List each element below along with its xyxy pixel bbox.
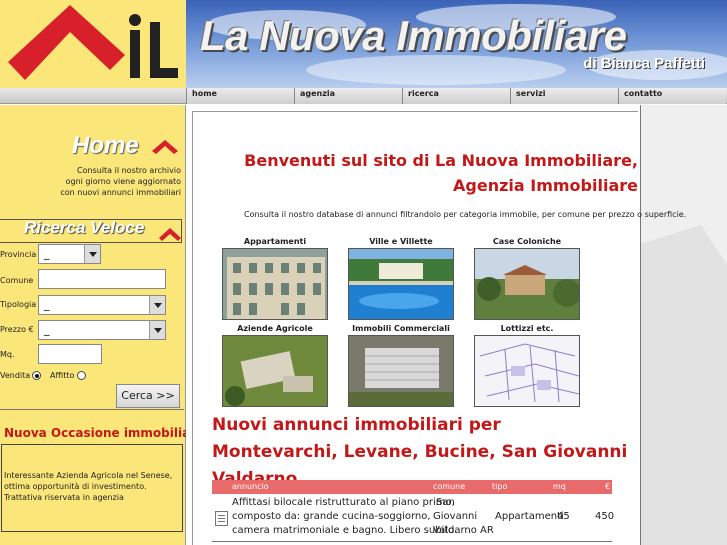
villa-pool-photo-icon[interactable] bbox=[348, 248, 454, 320]
apartment-photo-icon[interactable] bbox=[222, 248, 328, 320]
chevron-down-icon bbox=[149, 321, 165, 339]
chevron-down-icon bbox=[149, 296, 165, 314]
category-label-commerciali[interactable]: Immobili Commerciali bbox=[341, 324, 461, 333]
page: { "header": { "brand": "La Nuova Immobil… bbox=[0, 0, 727, 545]
category-label-lottizzi[interactable]: Lottizzi etc. bbox=[467, 324, 587, 333]
chevron-down-icon bbox=[84, 245, 100, 263]
listings-table-header: annuncio comune tipo mq € bbox=[212, 480, 612, 494]
col-tipo: tipo bbox=[492, 482, 508, 491]
consult-text: Consulta il nostro database di annunci f… bbox=[244, 210, 687, 219]
col-prezzo: € bbox=[605, 482, 611, 491]
category-label-aziende[interactable]: Aziende Agricole bbox=[215, 324, 335, 333]
category-label-appartamenti[interactable]: Appartamenti bbox=[215, 237, 335, 246]
plot-map-photo-icon[interactable] bbox=[474, 335, 580, 407]
nav-agenzia[interactable]: agenzia bbox=[294, 88, 402, 104]
main-navigation: home agenzia ricerca servizi contatto bbox=[0, 88, 727, 104]
col-mq: mq bbox=[553, 482, 566, 491]
home-description: Consulta il nostro archivio ogni giorno … bbox=[60, 166, 181, 197]
nav-contatto[interactable]: contatto bbox=[618, 88, 726, 104]
comune-line-1: San bbox=[436, 497, 455, 508]
search-button[interactable]: Cerca >> bbox=[116, 384, 180, 408]
table-row[interactable]: Affittasi bilocale ristrutturato al pian… bbox=[212, 495, 615, 540]
affitto-radio[interactable] bbox=[77, 371, 86, 380]
prezzo-select[interactable]: _ bbox=[38, 320, 166, 340]
quick-search-title: Ricerca Veloce bbox=[24, 218, 145, 237]
welcome-heading: Benvenuti sul sito di La Nuova Immobilia… bbox=[244, 151, 638, 195]
comune-input[interactable] bbox=[38, 269, 166, 289]
tipo-cell: Appartamenti bbox=[495, 511, 564, 522]
nav-servizi[interactable]: servizi bbox=[510, 88, 618, 104]
category-label-coloniche[interactable]: Case Coloniche bbox=[467, 237, 587, 246]
document-icon bbox=[215, 511, 228, 526]
category-label-ville[interactable]: Ville e Villette bbox=[341, 237, 461, 246]
vendita-radio[interactable] bbox=[32, 371, 41, 380]
annuncio-line-2: composto da: grande cucina-soggiorno, bbox=[232, 511, 431, 522]
right-margin bbox=[541, 105, 727, 545]
provincia-select[interactable]: _ bbox=[38, 244, 101, 264]
table-bottom-border bbox=[212, 541, 612, 542]
comune-line-2: Giovanni bbox=[433, 511, 478, 522]
mq-input[interactable] bbox=[38, 344, 102, 364]
vendita-label: Vendita bbox=[0, 371, 31, 380]
mq-cell: 45 bbox=[557, 511, 570, 522]
site-title: La Nuova Immobiliare bbox=[200, 12, 627, 59]
annuncio-line-1: Affittasi bilocale ristrutturato al pian… bbox=[232, 497, 455, 508]
annuncio-line-3: camera matrimoniale e bagno. Libero subi… bbox=[232, 525, 458, 536]
mq-label: Mq. bbox=[0, 350, 15, 359]
commercial-aerial-photo-icon[interactable] bbox=[348, 335, 454, 407]
comune-label: Comune bbox=[0, 276, 34, 285]
site-byline: di Bianca Paffetti bbox=[583, 55, 705, 72]
farmhouse-photo-icon[interactable] bbox=[474, 248, 580, 320]
divider bbox=[0, 409, 184, 410]
col-comune: comune bbox=[433, 482, 466, 491]
prezzo-cell: 450 bbox=[595, 511, 615, 522]
occasion-text: Interessante Azienda Agricola nel Senese… bbox=[4, 471, 173, 502]
col-annuncio: annuncio bbox=[232, 482, 269, 491]
nav-ricerca[interactable]: ricerca bbox=[402, 88, 510, 104]
farm-aerial-photo-icon[interactable] bbox=[222, 335, 328, 407]
comune-line-3: Valdarno AR bbox=[433, 525, 494, 536]
tipologia-label: Tipologia bbox=[0, 300, 37, 309]
affitto-label: Affitto bbox=[50, 371, 75, 380]
prezzo-label: Prezzo € bbox=[0, 325, 34, 334]
tipologia-select[interactable]: _ bbox=[38, 295, 166, 315]
occasion-box[interactable]: Interessante Azienda Agricola nel Senese… bbox=[1, 444, 183, 532]
logo-area[interactable] bbox=[0, 0, 186, 88]
provincia-label: Provincia bbox=[0, 250, 37, 259]
nav-home[interactable]: home bbox=[186, 88, 294, 104]
house-logo-icon bbox=[8, 5, 178, 80]
roof-icon bbox=[159, 228, 181, 241]
home-heading: Home bbox=[72, 132, 139, 159]
occasion-title: Nuova Occasione immobiliare bbox=[4, 426, 205, 440]
roof-icon bbox=[152, 140, 178, 154]
